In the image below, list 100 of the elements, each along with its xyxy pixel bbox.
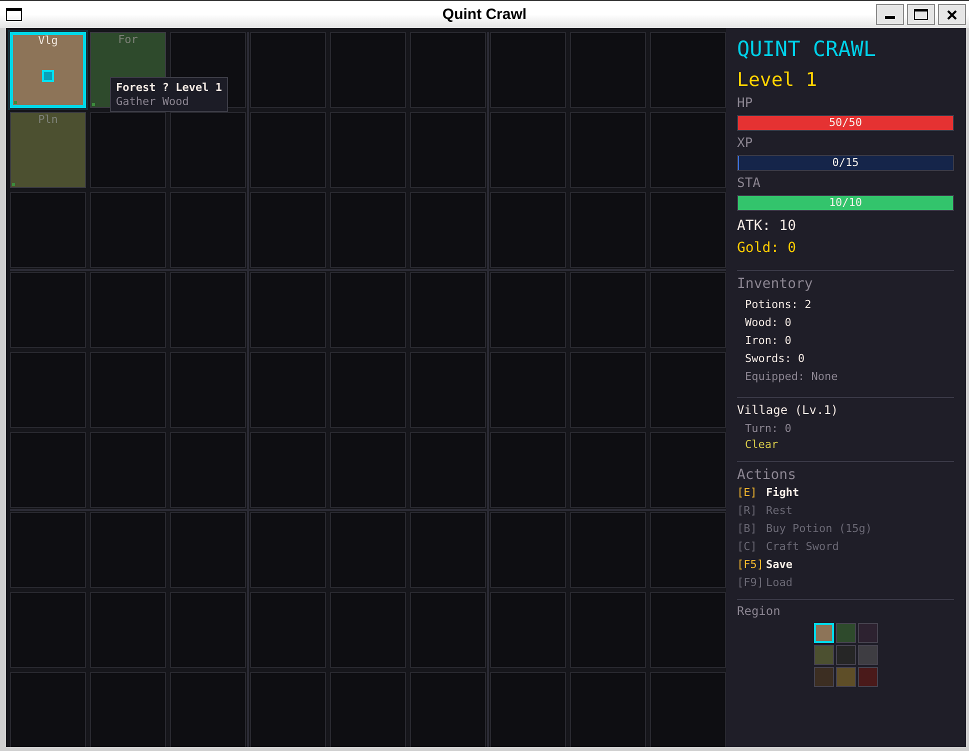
map-tile[interactable] <box>410 272 486 348</box>
map-tile[interactable] <box>570 672 646 747</box>
map-tile[interactable] <box>570 352 646 428</box>
map-tile[interactable] <box>410 192 486 268</box>
map-tile[interactable] <box>330 192 406 268</box>
map-tile[interactable] <box>170 192 246 268</box>
map-tile[interactable] <box>490 192 566 268</box>
map-tile[interactable] <box>250 112 326 188</box>
map-tile[interactable] <box>330 672 406 747</box>
minimize-icon <box>885 16 895 19</box>
map-tile[interactable] <box>490 672 566 747</box>
map-tile[interactable] <box>650 112 726 188</box>
map-tile[interactable] <box>410 112 486 188</box>
minimap-tile[interactable] <box>858 667 878 687</box>
map-tile[interactable] <box>250 512 326 588</box>
map-tile[interactable] <box>650 32 726 108</box>
map-tile[interactable] <box>570 432 646 508</box>
map-tile[interactable] <box>410 32 486 108</box>
map-tile[interactable] <box>650 512 726 588</box>
map-tile[interactable] <box>90 432 166 508</box>
map-tile[interactable] <box>330 512 406 588</box>
action-button[interactable]: [E] Fight <box>737 484 800 502</box>
tile-label: Vlg <box>38 35 58 47</box>
map-tile[interactable] <box>570 512 646 588</box>
map-tile[interactable] <box>410 352 486 428</box>
map-tile[interactable] <box>250 672 326 747</box>
map-tile[interactable] <box>90 512 166 588</box>
minimap-tile[interactable] <box>814 667 834 687</box>
map-tile[interactable] <box>10 192 86 268</box>
section-heading: Region <box>737 603 782 619</box>
map-tile[interactable] <box>570 192 646 268</box>
map-tile[interactable] <box>250 432 326 508</box>
map-tile[interactable] <box>170 112 246 188</box>
map-tile[interactable] <box>650 192 726 268</box>
map-tile[interactable] <box>170 352 246 428</box>
map-tile[interactable] <box>10 432 86 508</box>
map-tile[interactable] <box>250 272 326 348</box>
map-tile[interactable] <box>90 352 166 428</box>
action-button[interactable]: [F5] Save <box>737 556 792 574</box>
map-tile[interactable] <box>490 112 566 188</box>
map-tile[interactable] <box>650 672 726 747</box>
map-tile[interactable] <box>490 272 566 348</box>
map-tile[interactable] <box>170 672 246 747</box>
map-tile[interactable] <box>650 352 726 428</box>
map-tile[interactable] <box>10 512 86 588</box>
map-tile[interactable] <box>10 352 86 428</box>
map-tile[interactable] <box>90 192 166 268</box>
maximize-button[interactable] <box>907 4 935 25</box>
map-tile[interactable] <box>410 592 486 668</box>
map-tile[interactable] <box>330 32 406 108</box>
map-tile[interactable] <box>650 432 726 508</box>
minimap-tile[interactable] <box>836 645 856 665</box>
map-tile[interactable] <box>10 592 86 668</box>
map-tile[interactable] <box>90 592 166 668</box>
minimap-tile[interactable] <box>858 645 878 665</box>
map-tile[interactable] <box>250 352 326 428</box>
map-tile[interactable] <box>410 512 486 588</box>
close-button[interactable] <box>938 4 966 25</box>
map-tile[interactable] <box>490 512 566 588</box>
map-tile[interactable] <box>650 272 726 348</box>
map-tile[interactable] <box>490 352 566 428</box>
minimap-tile[interactable] <box>836 667 856 687</box>
map-tile[interactable]: Vlg <box>10 32 86 108</box>
map-tile[interactable] <box>410 432 486 508</box>
map-tile[interactable] <box>250 32 326 108</box>
map-tile[interactable] <box>570 112 646 188</box>
minimap-tile[interactable] <box>858 623 878 643</box>
map-tile[interactable] <box>490 592 566 668</box>
map-tile[interactable] <box>570 272 646 348</box>
map-tile[interactable] <box>250 592 326 668</box>
map-tile[interactable] <box>170 592 246 668</box>
player-marker-icon <box>42 70 54 82</box>
map-tile[interactable] <box>330 112 406 188</box>
minimap-tile[interactable] <box>836 623 856 643</box>
map-tile[interactable] <box>570 592 646 668</box>
map-tile[interactable] <box>330 352 406 428</box>
map-tile[interactable] <box>330 592 406 668</box>
level-text: Level 1 <box>737 69 818 91</box>
map-tile[interactable] <box>570 32 646 108</box>
minimap-tile[interactable] <box>814 645 834 665</box>
map-tile[interactable] <box>410 672 486 747</box>
map-tile[interactable] <box>170 272 246 348</box>
map-tile[interactable] <box>90 112 166 188</box>
bar-reading: 50/50 <box>828 116 862 130</box>
map-tile[interactable] <box>330 432 406 508</box>
minimize-button[interactable] <box>876 4 904 25</box>
map-tile[interactable] <box>10 272 86 348</box>
map-tile[interactable] <box>90 272 166 348</box>
window-title: Quint Crawl <box>442 4 527 24</box>
map-tile[interactable] <box>90 672 166 747</box>
map-tile[interactable] <box>170 432 246 508</box>
map-tile[interactable] <box>490 432 566 508</box>
map-tile[interactable] <box>650 592 726 668</box>
map-tile[interactable] <box>490 32 566 108</box>
map-tile[interactable] <box>10 672 86 747</box>
map-tile[interactable] <box>170 512 246 588</box>
map-tile[interactable] <box>330 272 406 348</box>
map-tile[interactable] <box>250 192 326 268</box>
bar-reading: 10/10 <box>828 196 862 210</box>
map-tile[interactable]: Pln <box>10 112 86 188</box>
